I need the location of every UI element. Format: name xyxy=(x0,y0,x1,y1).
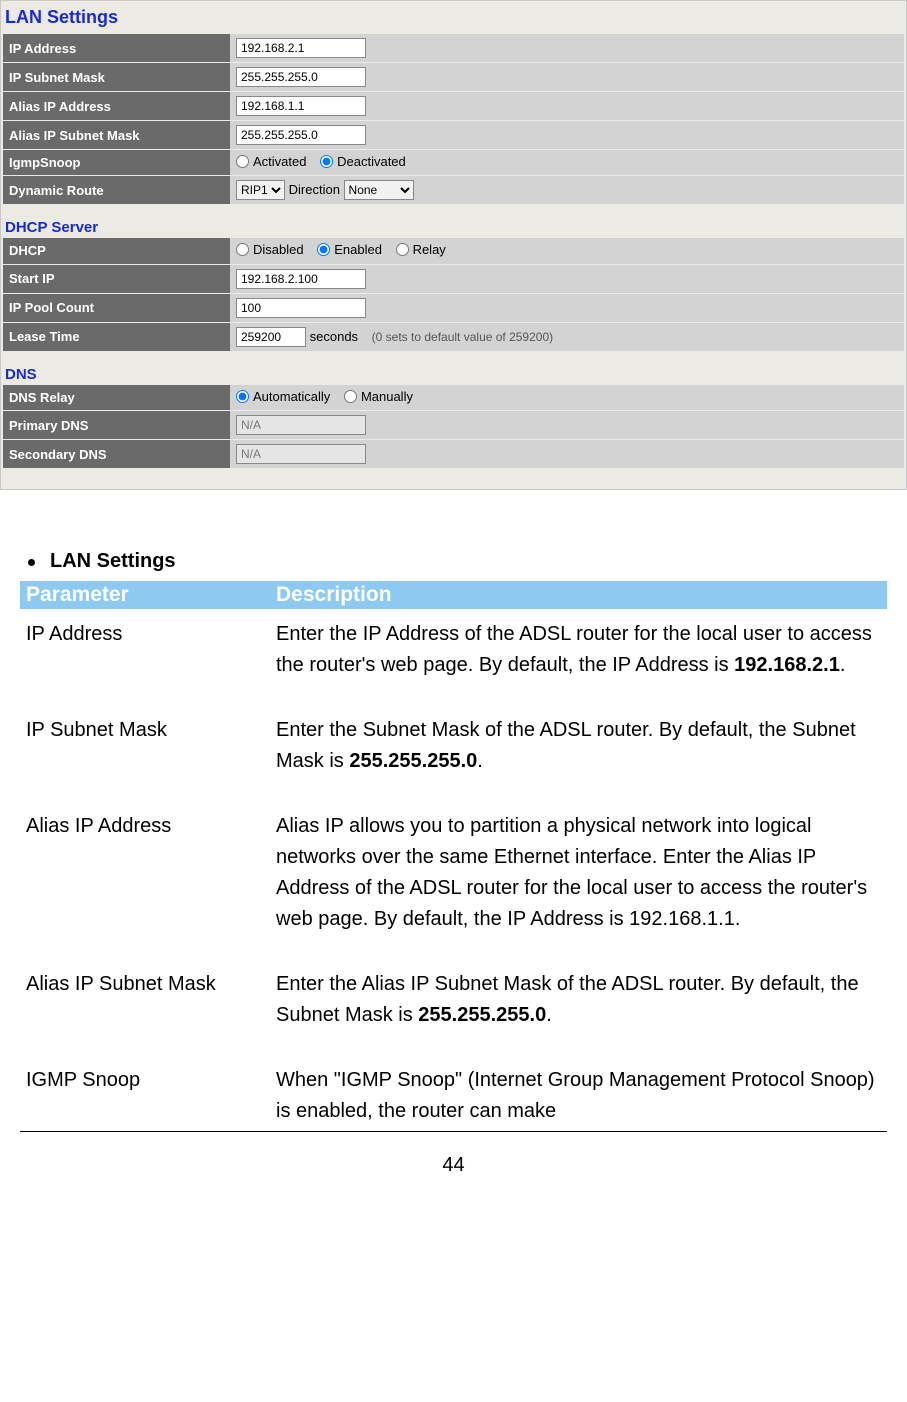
alias-ip-subnet-mask-input[interactable] xyxy=(236,125,366,145)
doc-heading: LAN Settings xyxy=(50,550,887,573)
param-name: IP Address xyxy=(20,609,270,705)
row-label-lease-time: Lease Time xyxy=(3,322,230,351)
row-label-dns-relay: DNS Relay xyxy=(3,385,230,411)
igmp-deactivated-radio[interactable] xyxy=(320,155,333,168)
dhcp-enabled-label: Enabled xyxy=(334,242,382,257)
param-row: Alias IP Address Alias IP allows you to … xyxy=(20,801,887,959)
igmp-activated-label: Activated xyxy=(253,154,306,169)
ip-subnet-mask-input[interactable] xyxy=(236,67,366,87)
lan-settings-title: LAN Settings xyxy=(3,5,904,34)
dhcp-enabled-radio[interactable] xyxy=(317,243,330,256)
param-table: Parameter Description IP Address Enter t… xyxy=(20,581,887,1132)
row-label-alias-ip-address: Alias IP Address xyxy=(3,92,230,121)
ip-address-input[interactable] xyxy=(236,38,366,58)
secondary-dns-input xyxy=(236,444,366,464)
dhcp-disabled-radio[interactable] xyxy=(236,243,249,256)
dhcp-config-table: DHCP Disabled Enabled Relay Start IP xyxy=(3,238,904,352)
dns-manual-label: Manually xyxy=(361,389,413,404)
row-label-secondary-dns: Secondary DNS xyxy=(3,440,230,469)
lease-time-unit: seconds xyxy=(310,329,358,344)
row-label-start-ip: Start IP xyxy=(3,264,230,293)
primary-dns-input xyxy=(236,415,366,435)
row-label-alias-ip-subnet-mask: Alias IP Subnet Mask xyxy=(3,121,230,150)
param-desc: When "IGMP Snoop" (Internet Group Manage… xyxy=(270,1055,887,1132)
direction-label: Direction xyxy=(289,182,340,197)
dhcp-relay-label: Relay xyxy=(413,242,446,257)
param-name: IGMP Snoop xyxy=(20,1055,270,1132)
dns-auto-label: Automatically xyxy=(253,389,330,404)
doc-section: LAN Settings Parameter Description IP Ad… xyxy=(0,490,907,1132)
dns-title: DNS xyxy=(3,352,904,385)
dns-config-table: DNS Relay Automatically Manually Primary… xyxy=(3,385,904,470)
dns-auto-radio[interactable] xyxy=(236,390,249,403)
param-row: IP Address Enter the IP Address of the A… xyxy=(20,609,887,705)
param-name: Alias IP Address xyxy=(20,801,270,959)
row-label-igmp-snoop: IgmpSnoop xyxy=(3,150,230,176)
ip-pool-count-input[interactable] xyxy=(236,298,366,318)
dhcp-disabled-label: Disabled xyxy=(253,242,304,257)
page-number: 44 xyxy=(0,1132,907,1187)
row-label-dhcp: DHCP xyxy=(3,238,230,264)
param-desc: Enter the Alias IP Subnet Mask of the AD… xyxy=(270,959,887,1055)
direction-select[interactable]: None xyxy=(344,180,414,200)
param-row: IP Subnet Mask Enter the Subnet Mask of … xyxy=(20,705,887,801)
row-label-ip-subnet-mask: IP Subnet Mask xyxy=(3,63,230,92)
alias-ip-address-input[interactable] xyxy=(236,96,366,116)
row-label-primary-dns: Primary DNS xyxy=(3,411,230,440)
param-row: Alias IP Subnet Mask Enter the Alias IP … xyxy=(20,959,887,1055)
param-name: IP Subnet Mask xyxy=(20,705,270,801)
lease-time-hint: (0 sets to default value of 259200) xyxy=(372,330,553,344)
row-label-dynamic-route: Dynamic Route xyxy=(3,176,230,205)
dns-manual-radio[interactable] xyxy=(344,390,357,403)
param-desc: Enter the Subnet Mask of the ADSL router… xyxy=(270,705,887,801)
igmp-activated-radio[interactable] xyxy=(236,155,249,168)
th-description: Description xyxy=(270,581,887,609)
dhcp-relay-radio[interactable] xyxy=(396,243,409,256)
dynamic-route-select[interactable]: RIP1 xyxy=(236,180,285,200)
param-row: IGMP Snoop When "IGMP Snoop" (Internet G… xyxy=(20,1055,887,1132)
lan-settings-panel: LAN Settings IP Address IP Subnet Mask A… xyxy=(0,0,907,490)
param-name: Alias IP Subnet Mask xyxy=(20,959,270,1055)
dhcp-server-title: DHCP Server xyxy=(3,205,904,238)
param-desc: Enter the IP Address of the ADSL router … xyxy=(270,609,887,705)
param-desc: Alias IP allows you to partition a physi… xyxy=(270,801,887,959)
row-label-ip-pool-count: IP Pool Count xyxy=(3,293,230,322)
igmp-deactivated-label: Deactivated xyxy=(337,154,406,169)
start-ip-input[interactable] xyxy=(236,269,366,289)
th-parameter: Parameter xyxy=(20,581,270,609)
row-label-ip-address: IP Address xyxy=(3,34,230,63)
lan-config-table: IP Address IP Subnet Mask Alias IP Addre… xyxy=(3,34,904,205)
lease-time-input[interactable] xyxy=(236,327,306,347)
